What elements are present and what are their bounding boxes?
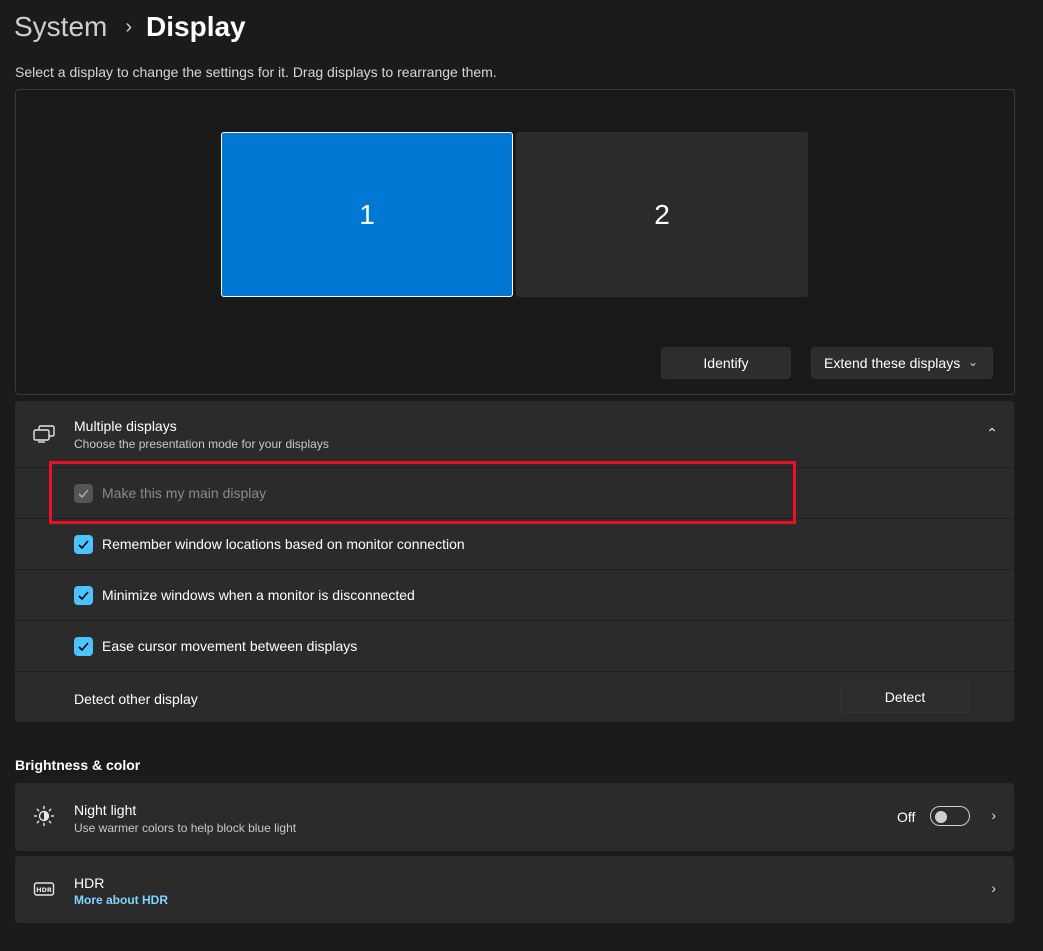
display-mode-value: Extend these displays xyxy=(824,355,961,371)
chevron-right-icon[interactable]: › xyxy=(991,880,996,896)
multiple-displays-header[interactable]: Multiple displays Choose the presentatio… xyxy=(15,401,1014,467)
night-light-icon xyxy=(33,805,55,827)
option-row-ease-cursor: Ease cursor movement between displays xyxy=(15,620,1014,671)
brightness-section-heading: Brightness & color xyxy=(15,757,141,773)
display-arrangement-panel: 1 2 Identify Extend these displays ⌄ xyxy=(15,89,1015,395)
chevron-up-icon[interactable]: ⌃ xyxy=(986,425,998,442)
remember-locations-label[interactable]: Remember window locations based on monit… xyxy=(102,536,465,552)
page-title: Display xyxy=(146,11,246,42)
option-row-remember-locations: Remember window locations based on monit… xyxy=(15,518,1014,569)
breadcrumb: System › Display xyxy=(14,6,246,48)
multiple-displays-description: Choose the presentation mode for your di… xyxy=(74,437,329,451)
monitor-2-tile[interactable]: 2 xyxy=(516,132,808,297)
chevron-right-icon: › xyxy=(125,15,133,38)
svg-text:HDR: HDR xyxy=(36,886,52,894)
arrangement-instructions: Select a display to change the settings … xyxy=(15,64,497,80)
monitor-number: 2 xyxy=(654,198,670,230)
display-mode-dropdown[interactable]: Extend these displays ⌄ xyxy=(811,347,993,379)
checkmark-icon xyxy=(78,540,89,550)
minimize-windows-checkbox[interactable] xyxy=(74,586,93,605)
monitor-1-tile[interactable]: 1 xyxy=(221,132,513,297)
identify-button[interactable]: Identify xyxy=(661,347,791,379)
more-about-hdr-link[interactable]: More about HDR xyxy=(74,893,168,907)
night-light-card[interactable]: Night light Use warmer colors to help bl… xyxy=(15,783,1014,851)
monitor-number: 1 xyxy=(359,198,375,230)
chevron-right-icon[interactable]: › xyxy=(991,807,996,823)
night-light-state: Off xyxy=(897,809,916,825)
detect-display-row: Detect other display Detect xyxy=(15,671,1014,722)
minimize-windows-label[interactable]: Minimize windows when a monitor is disco… xyxy=(102,587,415,603)
ease-cursor-label[interactable]: Ease cursor movement between displays xyxy=(102,638,357,654)
hdr-icon: HDR xyxy=(33,882,55,896)
checkmark-icon xyxy=(78,642,89,652)
highlight-box xyxy=(49,461,796,524)
chevron-down-icon: ⌄ xyxy=(967,355,978,369)
night-light-toggle[interactable] xyxy=(930,806,970,826)
multiple-displays-icon xyxy=(33,425,55,443)
breadcrumb-system-link[interactable]: System xyxy=(14,11,107,43)
detect-button[interactable]: Detect xyxy=(840,681,970,713)
multiple-displays-title: Multiple displays xyxy=(74,418,177,434)
night-light-title: Night light xyxy=(74,802,137,818)
toggle-knob xyxy=(935,811,947,823)
remember-locations-checkbox[interactable] xyxy=(74,535,93,554)
night-light-description: Use warmer colors to help block blue lig… xyxy=(74,821,297,835)
ease-cursor-checkbox[interactable] xyxy=(74,637,93,656)
hdr-title: HDR xyxy=(74,875,105,891)
hdr-card[interactable]: HDR HDR More about HDR › xyxy=(15,856,1014,923)
checkmark-icon xyxy=(78,591,89,601)
detect-display-label: Detect other display xyxy=(74,691,198,707)
option-row-minimize-windows: Minimize windows when a monitor is disco… xyxy=(15,569,1014,620)
multiple-displays-card: Multiple displays Choose the presentatio… xyxy=(15,401,1014,722)
